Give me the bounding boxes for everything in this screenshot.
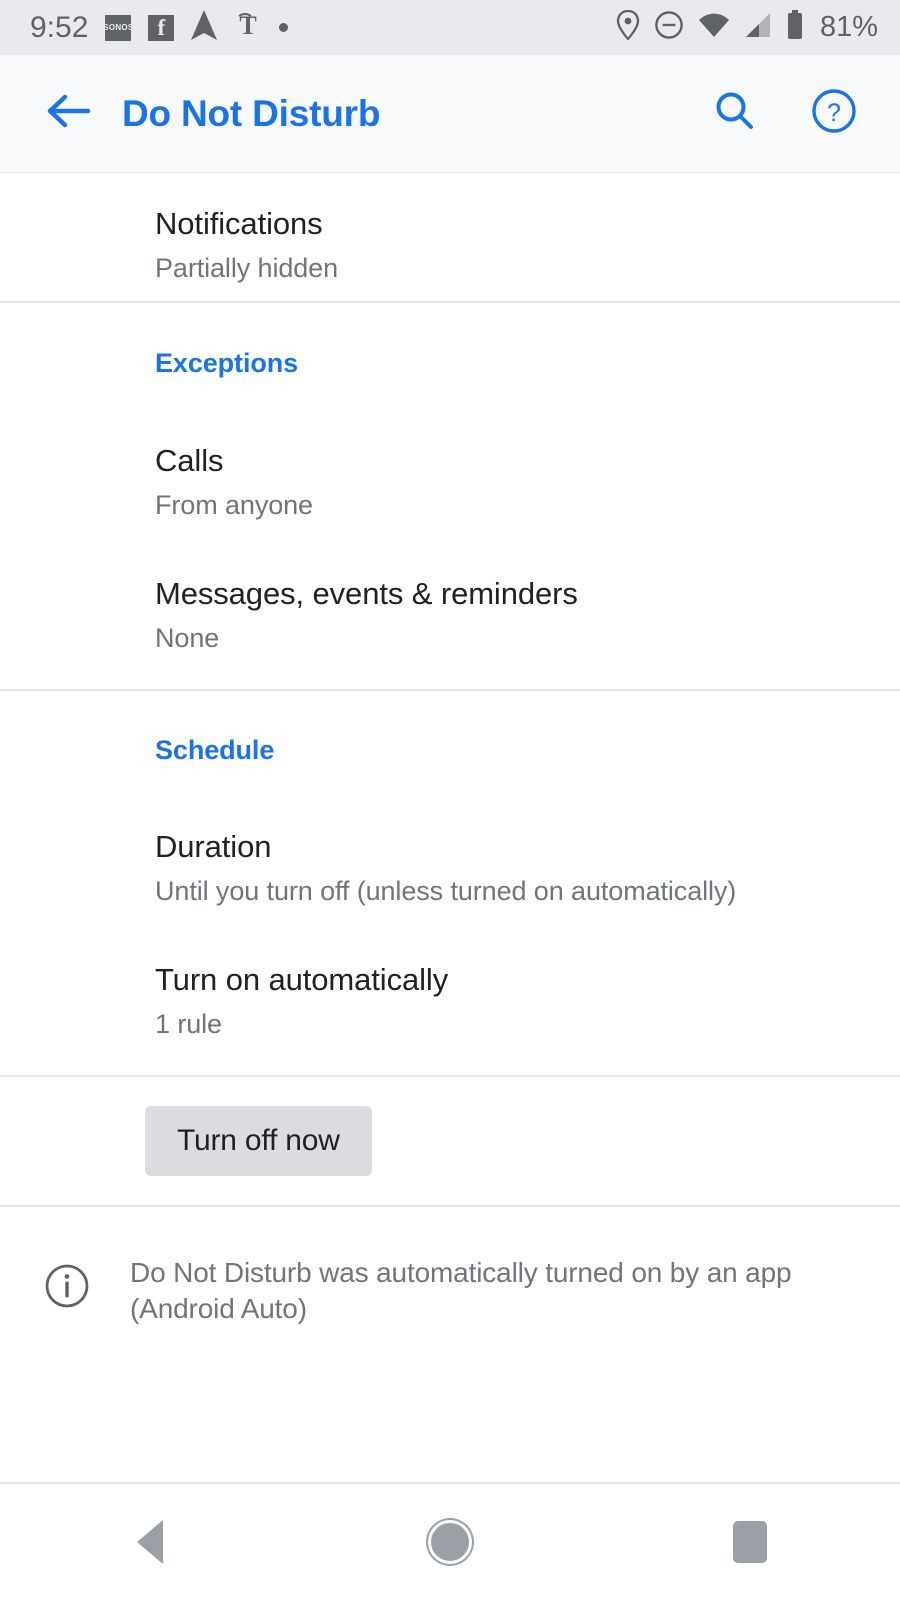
preference-summary: From anyone (155, 489, 313, 520)
location-icon (616, 9, 640, 45)
preference-summary: None (155, 622, 220, 653)
preference-notifications[interactable]: Notifications Partially hidden (0, 173, 900, 301)
help-icon: ? (810, 87, 858, 140)
facebook-icon-label: f (157, 15, 166, 40)
turn-off-button-row: Turn off now (0, 1077, 900, 1205)
app-bar: Do Not Disturb ? (0, 55, 900, 173)
sonos-icon-label: SONOS (103, 23, 134, 32)
page-title: Do Not Disturb (122, 92, 381, 134)
recents-square-icon (733, 1521, 767, 1563)
turn-off-now-button[interactable]: Turn off now (145, 1106, 372, 1176)
sonos-icon: SONOS (103, 14, 134, 41)
preference-summary: Until you turn off (unless turned on aut… (155, 875, 737, 906)
home-circle-icon (431, 1523, 469, 1561)
do-not-disturb-icon (654, 10, 684, 45)
back-arrow-icon (45, 92, 91, 135)
preference-title: Turn on automatically (155, 962, 449, 998)
status-bar: 9:52 SONOS f T 81% (0, 0, 900, 55)
preference-summary: Partially hidden (155, 252, 339, 283)
preference-title: Duration (155, 829, 272, 865)
preference-messages-events-reminders[interactable]: Messages, events & reminders None (0, 541, 900, 689)
facebook-icon: f (148, 14, 175, 41)
cellular-signal-icon (744, 12, 772, 43)
search-icon (712, 89, 756, 138)
back-nav-button[interactable] (95, 1502, 205, 1582)
preference-summary: 1 rule (155, 1008, 222, 1039)
preference-title: Notifications (155, 206, 323, 242)
preference-title: Messages, events & reminders (155, 576, 578, 612)
preference-title: Calls (155, 443, 224, 479)
home-nav-button[interactable] (395, 1502, 505, 1582)
svg-text:?: ? (827, 99, 841, 127)
back-triangle-icon (137, 1520, 163, 1564)
section-header-exceptions: Exceptions (155, 347, 299, 378)
status-bar-clock: 9:52 (30, 10, 89, 44)
wifi-icon (698, 12, 730, 43)
status-bar-left: 9:52 SONOS f T (30, 10, 289, 45)
dot-icon (279, 23, 289, 32)
preference-duration[interactable]: Duration Until you turn off (unless turn… (0, 809, 900, 927)
section-header-schedule: Schedule (155, 734, 275, 765)
settings-content: Notifications Partially hidden Exception… (0, 173, 900, 1367)
help-button[interactable]: ? (808, 88, 860, 140)
nytimes-icon: T (234, 11, 262, 44)
navigation-arrow-icon (191, 10, 218, 45)
preference-calls[interactable]: Calls From anyone (0, 423, 900, 541)
app-bar-actions: ? (708, 88, 860, 140)
status-bar-right: 81% (616, 9, 878, 45)
phone-screen: 9:52 SONOS f T 81% Do Not Disturb ? Noti… (0, 0, 900, 1600)
battery-percent-label: 81% (819, 11, 878, 43)
back-button[interactable] (40, 86, 96, 142)
search-button[interactable] (708, 88, 760, 140)
recents-nav-button[interactable] (695, 1502, 805, 1582)
info-icon-wrapper (36, 1255, 98, 1316)
footer-info: Do Not Disturb was automatically turned … (0, 1207, 900, 1367)
info-icon (42, 1261, 92, 1316)
navigation-bar (0, 1482, 900, 1600)
footer-message: Do Not Disturb was automatically turned … (130, 1257, 792, 1324)
preference-turn-on-automatically[interactable]: Turn on automatically 1 rule (0, 927, 900, 1075)
battery-icon (786, 10, 804, 45)
